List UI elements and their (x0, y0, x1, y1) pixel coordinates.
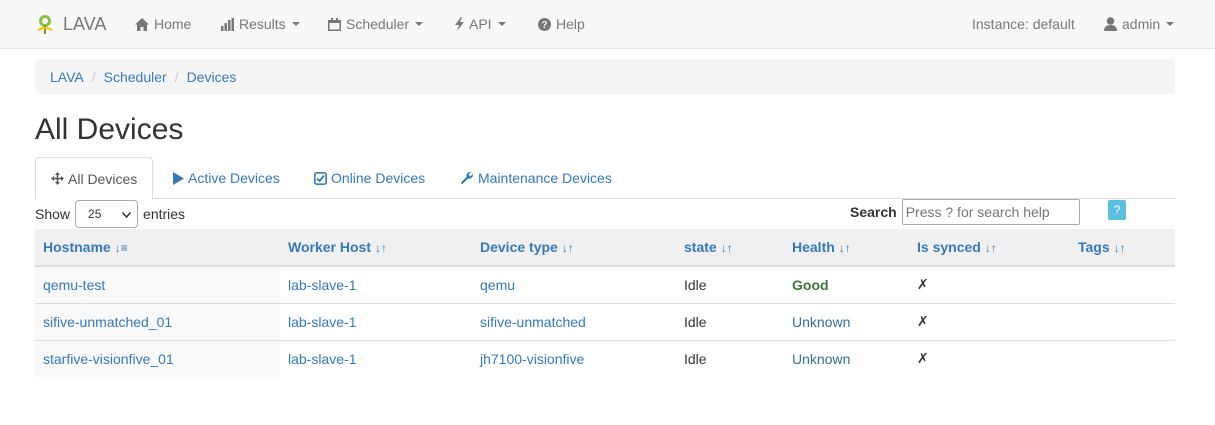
move-icon (51, 172, 64, 185)
caret-down-icon (415, 22, 424, 26)
worker-host-link[interactable]: lab-slave-1 (288, 351, 356, 367)
tab-maintenance-devices[interactable]: Maintenance Devices (445, 157, 627, 199)
worker-host-link[interactable]: lab-slave-1 (288, 277, 356, 293)
flash-icon (455, 17, 464, 31)
show-label: Show (35, 206, 71, 222)
state-cell: Idle (676, 339, 784, 377)
brand-label: LAVA (63, 13, 107, 34)
device-type-link[interactable]: jh7100-visionfive (480, 351, 584, 367)
column-header-worker-host[interactable]: Worker Host ↓↑ (280, 229, 472, 267)
sort-icon: ↓↑ (561, 241, 574, 255)
column-header-tags[interactable]: Tags ↓↑ (1070, 229, 1175, 267)
tags-cell (1070, 302, 1175, 340)
table-row: qemu-test lab-slave-1 qemu Idle Good ✗ (35, 266, 1175, 303)
lava-logo-icon (35, 13, 55, 35)
health-cell: Unknown (784, 339, 909, 377)
state-cell: Idle (676, 302, 784, 340)
tab-all-devices-label: All Devices (68, 170, 138, 187)
synced-cell: ✗ (917, 276, 929, 293)
nav-api[interactable]: API (455, 0, 506, 48)
breadcrumb-separator: / (174, 68, 179, 85)
devices-table: Hostname ↓≡ Worker Host ↓↑ Device type ↓↑ s… (35, 229, 1175, 377)
column-header-hostname[interactable]: Hostname ↓≡ (35, 229, 280, 267)
caret-down-icon (1166, 22, 1175, 26)
nav-scheduler-label: Scheduler (346, 16, 410, 32)
nav-scheduler[interactable]: Scheduler (328, 0, 424, 48)
tab-online-devices[interactable]: Online Devices (299, 157, 440, 199)
play-icon (173, 171, 184, 185)
tab-active-devices-label: Active Devices (188, 170, 280, 186)
nav-home-label: Home (154, 16, 192, 32)
column-header-health[interactable]: Health ↓↑ (784, 229, 909, 267)
health-cell: Unknown (784, 302, 909, 340)
breadcrumb-scheduler[interactable]: Scheduler (104, 69, 167, 85)
check-square-icon (314, 171, 327, 185)
breadcrumb-devices[interactable]: Devices (187, 69, 237, 85)
breadcrumb-separator: / (91, 68, 96, 85)
nav-api-label: API (469, 16, 492, 32)
page-length-control: Show 25 entries (35, 200, 185, 228)
worker-host-link[interactable]: lab-slave-1 (288, 314, 356, 330)
health-cell: Good (792, 276, 829, 293)
tab-active-devices[interactable]: Active Devices (158, 157, 295, 199)
home-icon (135, 17, 149, 31)
nav-results-label: Results (239, 16, 286, 32)
table-row: starfive-visionfive_01 lab-slave-1 jh710… (35, 339, 1175, 377)
table-row: sifive-unmatched_01 lab-slave-1 sifive-u… (35, 302, 1175, 340)
entries-label: entries (143, 206, 186, 222)
tab-online-devices-label: Online Devices (331, 170, 426, 186)
navbar: LAVA Home Results Scheduler API ? Help I… (0, 0, 1215, 49)
search-label: Search (850, 204, 897, 220)
tags-cell (1070, 339, 1175, 377)
user-icon (1104, 17, 1117, 31)
nav-help-label: Help (556, 16, 585, 32)
user-menu[interactable]: admin (1104, 0, 1175, 48)
tab-all-devices[interactable]: All Devices (35, 157, 154, 200)
instance-label: Instance: default (972, 16, 1075, 32)
device-type-link[interactable]: qemu (480, 277, 515, 293)
search-help-button[interactable]: ? (1108, 200, 1126, 220)
nav-results[interactable]: Results (221, 0, 300, 48)
user-menu-label: admin (1122, 16, 1161, 32)
device-tabs: All Devices Active Devices Online Device… (35, 157, 1175, 200)
search-control: Search (850, 199, 1080, 225)
sort-icon: ↓↑ (838, 241, 851, 255)
caret-down-icon (497, 22, 506, 26)
caret-down-icon (291, 22, 300, 26)
entries-select[interactable]: 25 (75, 200, 139, 228)
nav-home[interactable]: Home (135, 0, 191, 48)
brand-link[interactable]: LAVA (35, 0, 106, 48)
column-header-is-synced[interactable]: Is synced ↓↑ (909, 229, 1070, 267)
tab-maintenance-devices-label: Maintenance Devices (478, 170, 612, 186)
tags-cell (1070, 266, 1175, 303)
hostname-link[interactable]: sifive-unmatched_01 (43, 314, 172, 330)
state-cell: Idle (684, 276, 707, 293)
sort-icon: ↓↑ (720, 241, 733, 255)
entries-select-value: 25 (88, 207, 102, 221)
column-header-device-type[interactable]: Device type ↓↑ (472, 229, 676, 267)
svg-text:?: ? (541, 20, 547, 31)
table-header-row: Hostname ↓≡ Worker Host ↓↑ Device type ↓↑ s… (35, 229, 1175, 267)
sort-asc-icon: ↓≡ (114, 241, 128, 255)
synced-cell: ✗ (909, 302, 1070, 340)
breadcrumb-lava[interactable]: LAVA (50, 69, 84, 85)
breadcrumb: LAVA / Scheduler / Devices (35, 59, 1175, 94)
hostname-link[interactable]: qemu-test (43, 277, 105, 293)
column-header-state[interactable]: state ↓↑ (676, 229, 784, 267)
bar-chart-icon (221, 17, 234, 31)
question-circle-icon: ? (538, 17, 551, 31)
page-title: All Devices (35, 113, 184, 146)
sort-icon: ↓↑ (984, 241, 997, 255)
sort-icon: ↓↑ (374, 241, 387, 255)
search-input[interactable] (901, 199, 1080, 225)
nav-help[interactable]: ? Help (538, 0, 585, 48)
sort-icon: ↓↑ (1113, 241, 1126, 255)
synced-cell: ✗ (909, 339, 1070, 377)
calendar-icon (328, 17, 341, 31)
hostname-link[interactable]: starfive-visionfive_01 (43, 351, 174, 367)
wrench-icon (460, 171, 474, 185)
device-type-link[interactable]: sifive-unmatched (480, 314, 586, 330)
chevron-down-icon (121, 207, 132, 221)
